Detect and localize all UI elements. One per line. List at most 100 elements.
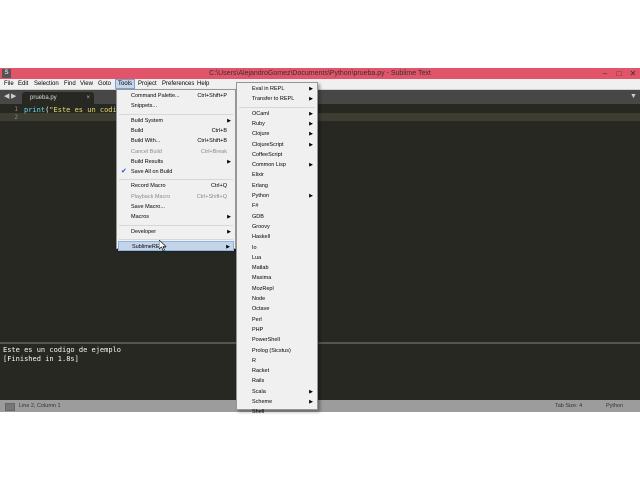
menu-item-ocaml[interactable]: OCaml ▶	[238, 109, 316, 119]
menu-item-racket[interactable]: Racket	[238, 366, 316, 376]
menu-item-build-with[interactable]: Build With... Ctrl+Shift+B	[118, 136, 234, 146]
menu-item-erlang[interactable]: Erlang	[238, 181, 316, 191]
menu-item-shortcut: Ctrl+Q	[210, 183, 227, 190]
panel-toggle-icon[interactable]	[5, 403, 15, 411]
menu-item-node[interactable]: Node	[238, 294, 316, 304]
menu-item-label: Macros	[131, 214, 150, 221]
menu-item-macros[interactable]: Macros ▶	[118, 212, 234, 222]
title-bar: S C:\Users\AlejandroGomez\Documents\Pyth…	[0, 68, 640, 79]
menu-goto[interactable]: Goto	[96, 79, 113, 89]
menu-item-prolog-sicstus[interactable]: Prolog (Sicstus)	[238, 346, 316, 356]
submenu-arrow-icon: ▶	[227, 117, 231, 124]
menu-preferences[interactable]: Preferences	[160, 79, 196, 89]
cursor-position: Line 2, Column 1	[19, 403, 61, 409]
submenu-arrow-icon: ▶	[309, 388, 313, 395]
menu-item-cancel-build[interactable]: Cancel Build Ctrl+Break	[118, 147, 234, 157]
menu-item-mozrepl[interactable]: MozRepl	[238, 284, 316, 294]
menu-item-eval-in-repl[interactable]: Eval in REPL ▶	[238, 84, 316, 94]
menu-item-octave[interactable]: Octave	[238, 304, 316, 314]
tools-dropdown-menu: Command Palette... Ctrl+Shift+P Snippets..…	[116, 89, 236, 251]
menu-item-label: Python	[252, 193, 270, 199]
menu-project[interactable]: Project	[136, 79, 159, 89]
menu-item-label: Scala	[252, 388, 266, 395]
menu-item-maxima[interactable]: Maxima	[238, 273, 316, 283]
code-editor[interactable]: 1 2 print("Este es un codigo	[0, 104, 640, 342]
submenu-arrow-icon: ▶	[227, 158, 231, 165]
menu-item-clojure[interactable]: Clojure ▶	[238, 129, 316, 139]
line-number: 2	[14, 114, 18, 121]
menu-item-build-results[interactable]: Build Results ▶	[118, 157, 234, 167]
menu-item-transfer-to-repl[interactable]: Transfer to REPL ▶	[238, 94, 316, 104]
menu-item-groovy[interactable]: Groovy	[238, 222, 316, 232]
menu-item-label: Eval in REPL	[252, 86, 285, 92]
tab-left-arrow-icon[interactable]: ◀	[4, 92, 9, 102]
tab-close-icon[interactable]: ×	[86, 92, 90, 104]
menu-item-r[interactable]: R	[238, 356, 316, 366]
minimize-button[interactable]: –	[598, 68, 612, 79]
tab-size-indicator[interactable]: Tab Size: 4	[555, 400, 582, 412]
menu-item-scheme[interactable]: Scheme ▶	[238, 397, 316, 407]
console-line: Este es un codigo de ejemplo	[3, 346, 122, 354]
menu-tools[interactable]: Tools	[115, 79, 136, 89]
menu-item-perl[interactable]: Perl	[238, 315, 316, 325]
menu-item-build-system[interactable]: Build System ▶	[118, 116, 234, 126]
menu-item-clojurescript[interactable]: ClojureScript ▶	[238, 140, 316, 150]
menu-item-snippets[interactable]: Snippets...	[118, 101, 234, 111]
menu-help[interactable]: Help	[195, 79, 211, 89]
menu-item-label: ClojureScript	[252, 141, 284, 148]
menu-bar: File Edit Selection Find View Goto Tools…	[0, 79, 640, 90]
tab-right-arrow-icon[interactable]: ▶	[11, 92, 16, 102]
menu-find[interactable]: Find	[62, 79, 78, 89]
menu-item-f[interactable]: F#	[238, 201, 316, 211]
menu-item-coffeescript[interactable]: CoffeeScript	[238, 150, 316, 160]
menu-item-io[interactable]: Io	[238, 243, 316, 253]
menu-file[interactable]: File	[2, 79, 16, 89]
menu-item-playback-macro[interactable]: Playback Macro Ctrl+Shift+Q	[118, 192, 234, 202]
menu-item-label: F#	[252, 203, 259, 210]
submenu-arrow-icon: ▶	[309, 120, 313, 127]
menu-item-developer[interactable]: Developer ▶	[118, 227, 234, 237]
menu-item-common-lisp[interactable]: Common Lisp ▶	[238, 160, 316, 170]
sublime-window: S C:\Users\AlejandroGomez\Documents\Pyth…	[0, 68, 640, 412]
menu-item-shell[interactable]: Shell	[238, 407, 316, 417]
close-window-button[interactable]: ✕	[626, 68, 640, 79]
menu-item-gdb[interactable]: GDB	[238, 212, 316, 222]
menu-item-label: PHP	[252, 326, 264, 333]
menu-item-ruby[interactable]: Ruby ▶	[238, 119, 316, 129]
menu-selection[interactable]: Selection	[32, 79, 61, 89]
menu-item-record-macro[interactable]: Record Macro Ctrl+Q	[118, 181, 234, 191]
menu-item-label: Racket	[252, 368, 270, 375]
menu-item-label: Ruby	[252, 120, 265, 127]
menu-item-python[interactable]: Python ▶	[238, 191, 316, 201]
submenu-arrow-icon: ▶	[309, 86, 313, 92]
menu-item-php[interactable]: PHP	[238, 325, 316, 335]
menu-item-lua[interactable]: Lua	[238, 253, 316, 263]
menu-item-label: Prolog (Sicstus)	[252, 347, 291, 354]
menu-item-label: Build Results	[131, 158, 164, 165]
menu-item-save-all-on-build[interactable]: ✔ Save All on Build	[118, 167, 234, 177]
menu-view[interactable]: View	[78, 79, 95, 89]
maximize-button[interactable]: □	[612, 68, 626, 79]
menu-item-sublimerepl[interactable]: SublimeREPL ▶	[118, 240, 234, 251]
menu-item-powershell[interactable]: PowerShell	[238, 335, 316, 345]
tab-prueba-py[interactable]: prueba.py ×	[22, 92, 94, 104]
menu-item-label: MozRepl	[252, 285, 274, 292]
checkmark-icon: ✔	[121, 168, 127, 176]
submenu-arrow-icon: ▶	[309, 96, 313, 103]
menu-item-save-macro[interactable]: Save Macro...	[118, 202, 234, 212]
menu-item-build[interactable]: Build Ctrl+B	[118, 126, 234, 136]
menu-item-shortcut: Ctrl+Shift+P	[197, 93, 227, 99]
menu-item-elixir[interactable]: Elixir	[238, 170, 316, 180]
menu-item-label: Record Macro	[131, 183, 166, 190]
syntax-indicator[interactable]: Python	[606, 400, 623, 412]
submenu-arrow-icon: ▶	[309, 399, 313, 405]
menu-item-matlab[interactable]: Matlab	[238, 263, 316, 273]
menu-item-label: Transfer to REPL	[252, 96, 295, 103]
menu-item-command-palette[interactable]: Command Palette... Ctrl+Shift+P	[118, 91, 234, 101]
menu-item-rails[interactable]: Rails	[238, 376, 316, 386]
menu-edit[interactable]: Edit	[16, 79, 30, 89]
menu-item-haskell[interactable]: Haskell	[238, 232, 316, 242]
tab-dropdown-icon[interactable]: ▼	[630, 92, 637, 102]
menu-item-scala[interactable]: Scala ▶	[238, 387, 316, 397]
menu-item-label: Perl	[252, 316, 262, 323]
